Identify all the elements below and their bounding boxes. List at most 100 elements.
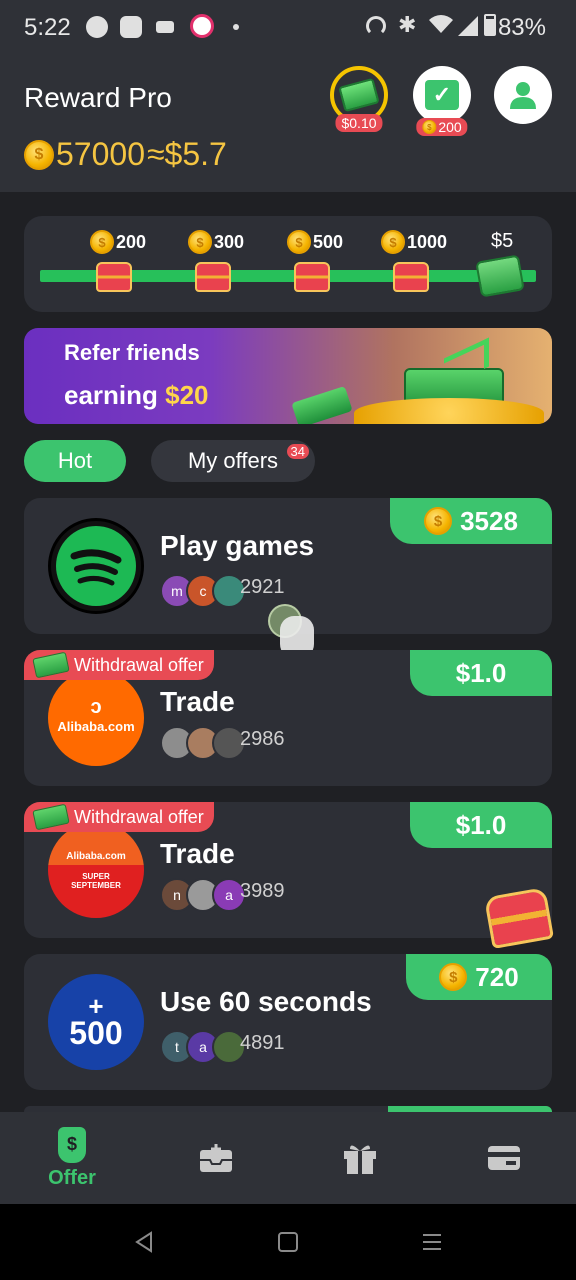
bluetooth-icon: ✱ [398,12,417,37]
battery-percent: 83% [497,14,546,41]
wifi-icon [428,14,454,34]
offer-reward: $1.0 [410,802,552,848]
alibaba-logo-text: Alibaba.com [66,850,126,862]
treasure-chest-icon[interactable] [393,262,429,292]
offer-reward-value: $1.0 [455,657,507,688]
offer-card-trade-alibaba-super-september[interactable]: $1.0 Alibaba.com SUPER SEPTEMBER Withdra… [24,802,552,938]
tab-my-offers[interactable]: My offers 34 [151,440,315,482]
chat-icon [120,16,142,38]
gift-icon [344,1145,376,1174]
offer-card-trade-alibaba[interactable]: $1.0 ↄ Alibaba.com Withdrawal offer Trad… [24,650,552,786]
inbox-icon [200,1144,232,1172]
spotify-logo-icon [48,518,144,614]
cash-out-button[interactable]: $0.10 [330,66,388,132]
milestone-3[interactable]: 500 [287,230,343,254]
daily-checkin-button[interactable]: ✓ 200 [413,66,471,136]
participant-avatars: n a [160,878,246,912]
offer-participant-count: 4891 [240,1032,285,1054]
alibaba-mark-icon: ↄ [90,696,102,718]
offer-title: Use 60 seconds [160,986,372,1017]
coin-icon [188,230,212,254]
gold-coins-pile-icon [354,398,544,424]
cash-prize-icon[interactable] [475,254,525,298]
status-time: 5:22 [24,14,71,41]
nav-gifts[interactable] [320,1118,400,1198]
lazada-app-icon [190,14,214,38]
withdrawal-offer-label: Withdrawal offer [74,654,204,675]
user-icon [510,82,536,109]
coin-icon [381,230,405,254]
tab-my-offers-label: My offers [187,448,279,473]
milestone-3-value: 500 [313,231,344,252]
cash-stack-icon [338,77,380,113]
recent-apps-icon[interactable] [421,1231,443,1253]
offer-reward: 3528 [390,498,552,544]
banner-line2: earning $20 [64,380,209,411]
withdrawal-offer-tag: Withdrawal offer [24,802,214,832]
milestone-4[interactable]: 1000 [381,230,447,254]
offer-reward-value: 3528 [460,505,518,536]
banner-amount: $20 [165,380,209,410]
cash-out-tag: $0.10 [335,114,383,132]
offer-card-use-60-seconds[interactable]: 720 + 500 Use 60 seconds t a 4891 [24,954,552,1090]
headphones-icon [366,16,386,36]
more-notifications-dot-icon [233,24,239,30]
offer-title: Trade [160,838,235,869]
500-logo-icon: + 500 [48,974,144,1070]
milestone-final-value: $5 [491,230,514,252]
coin-icon [424,507,453,535]
treasure-chest-icon[interactable] [294,262,330,292]
profile-button[interactable] [494,66,552,124]
money-bag-icon: $ [58,1126,86,1163]
floating-treasure-chest-icon[interactable] [483,887,555,949]
messenger-icon [86,16,108,38]
plus-icon: + [88,991,104,1021]
milestone-1-value: 200 [116,231,147,252]
calendar-check-icon: ✓ [425,80,459,110]
back-icon[interactable] [133,1231,155,1253]
my-offers-count-badge: 34 [286,444,309,459]
coin-icon [422,120,437,134]
participant-avatars: m c [160,574,246,608]
milestone-1[interactable]: 200 [90,230,146,254]
treasure-chest-icon[interactable] [96,262,132,292]
offer-reward: $1.0 [410,650,552,696]
coin-balance-value: 57000 [56,136,145,172]
treasure-chest-icon[interactable] [195,262,231,292]
alibaba-super-september-logo-icon: Alibaba.com SUPER SEPTEMBER [48,822,144,918]
milestone-4-value: 1000 [407,231,448,252]
offer-participant-count: 2921 [240,576,285,598]
500-logo-text: 500 [69,1015,123,1051]
offer-participant-count: 2986 [240,728,285,750]
app-title: Reward Pro [24,82,172,113]
milestone-2[interactable]: 300 [188,230,244,254]
battery-icon [484,14,496,36]
withdrawal-offer-label: Withdrawal offer [74,806,204,827]
nav-offer[interactable]: $ Offer [32,1118,112,1198]
banner-line1: Refer friends [64,340,200,365]
coin-balance: 57000 ≈$5.7 [24,136,227,173]
coin-icon [287,230,311,254]
status-bar: 5:22 ✱ 83% [0,0,576,56]
offer-participant-count: 3989 [240,880,285,902]
banner-line2-prefix: earning [64,380,166,410]
offer-reward-value: $1.0 [455,809,507,840]
signal-icon [458,16,478,36]
home-icon[interactable] [277,1231,299,1253]
nav-offer-label: Offer [48,1166,96,1189]
checkin-reward-tag: 200 [416,118,468,136]
nav-inbox[interactable] [176,1118,256,1198]
checkin-reward-value: 200 [438,119,462,135]
withdrawal-offer-tag: Withdrawal offer [24,650,214,680]
milestone-2-value: 300 [214,231,245,252]
milestone-final[interactable]: $5 [491,230,513,253]
cash-icon [32,651,70,679]
tab-hot[interactable]: Hot [24,440,126,482]
offer-title: Play games [160,530,315,561]
nav-wallet[interactable] [464,1118,544,1198]
refer-friends-banner[interactable]: Refer friends earning $20 [24,328,552,424]
coin-icon [439,963,468,991]
coin-icon [24,139,54,170]
participant-avatars [160,726,246,760]
sim-icon [156,21,174,33]
